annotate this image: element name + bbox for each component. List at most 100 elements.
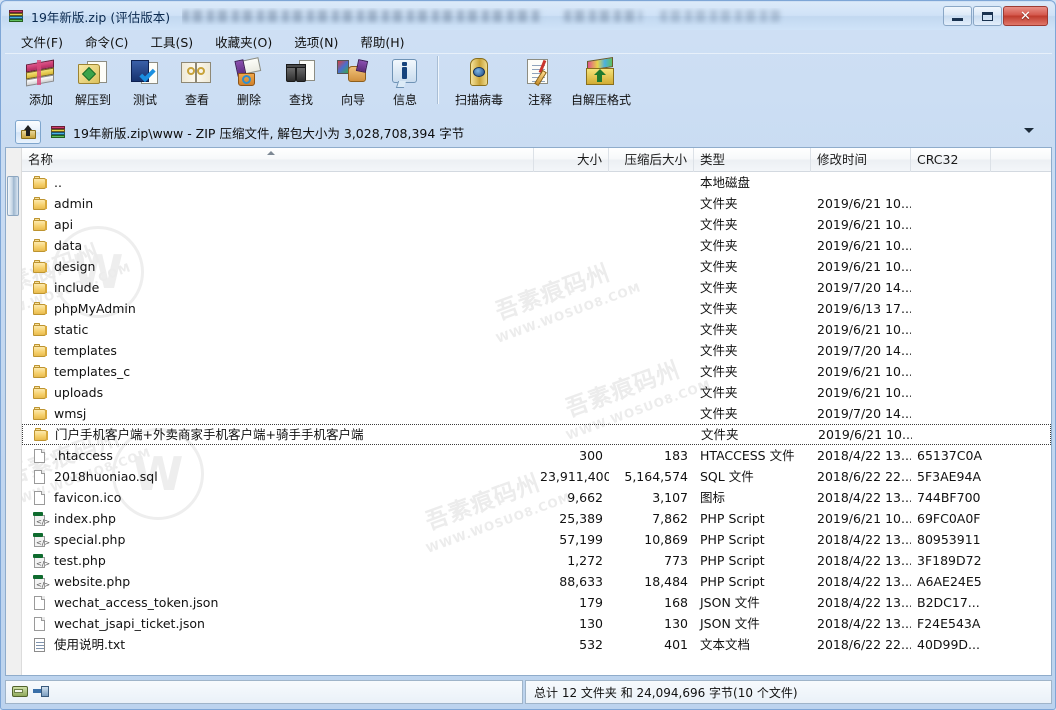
archive-path-field[interactable]: 19年新版.zip\www - ZIP 压缩文件, 解包大小为 3,028,70… — [51, 120, 1050, 144]
toolbar-label-delete: 删除 — [237, 91, 261, 108]
column-header-packed-size[interactable]: 压缩后大小 — [609, 148, 694, 172]
cell-packed-size: 3,107 — [609, 487, 694, 508]
cell-size — [534, 403, 609, 424]
table-row[interactable]: .htaccess300183HTACCESS 文件2018/4/22 13..… — [22, 445, 1051, 466]
table-row[interactable]: templates文件夹2019/7/20 14... — [22, 340, 1051, 361]
cell-name: 使用说明.txt — [22, 634, 534, 655]
column-header-type[interactable]: 类型 — [694, 148, 811, 172]
toolbar-label-view: 查看 — [185, 91, 209, 108]
cell-crc32 — [911, 298, 991, 319]
menu-tools[interactable]: 工具(S) — [140, 29, 203, 54]
maximize-button[interactable] — [973, 6, 1002, 26]
table-row[interactable]: design文件夹2019/6/21 10... — [22, 256, 1051, 277]
up-folder-icon — [21, 125, 36, 140]
table-row[interactable]: favicon.ico9,6623,107图标2018/4/22 13...74… — [22, 487, 1051, 508]
test-icon — [127, 56, 163, 90]
close-button[interactable]: ✕ — [1003, 6, 1048, 26]
file-name-text: templates_c — [54, 361, 130, 382]
file-name-text: test.php — [54, 550, 106, 571]
table-row[interactable]: ..本地磁盘 — [22, 172, 1051, 193]
key-icon[interactable] — [33, 685, 50, 699]
cell-crc32: B2DC17... — [911, 592, 991, 613]
table-row[interactable]: </>website.php88,63318,484PHP Script2018… — [22, 571, 1051, 592]
table-row[interactable]: </>test.php1,272773PHP Script2018/4/22 1… — [22, 550, 1051, 571]
scrollbar-thumb[interactable] — [7, 176, 19, 216]
table-row[interactable]: wmsj文件夹2019/7/20 14... — [22, 403, 1051, 424]
table-row[interactable]: uploads文件夹2019/6/21 10... — [22, 382, 1051, 403]
toolbar-button-comment[interactable]: 注释 — [514, 54, 566, 114]
cell-size: 25,389 — [534, 508, 609, 529]
folder-icon — [32, 238, 48, 254]
status-summary-text: 总计 12 文件夹 和 24,094,696 字节(10 个文件) — [534, 684, 798, 701]
table-row[interactable]: wechat_jsapi_ticket.json130130JSON 文件201… — [22, 613, 1051, 634]
archive-path-text: 19年新版.zip\www - ZIP 压缩文件, 解包大小为 3,028,70… — [73, 123, 464, 142]
table-row[interactable]: phpMyAdmin文件夹2019/6/13 17... — [22, 298, 1051, 319]
cell-type: PHP Script — [694, 571, 811, 592]
table-row[interactable]: admin文件夹2019/6/21 10... — [22, 193, 1051, 214]
cell-name: templates — [22, 340, 534, 361]
cell-type: 文件夹 — [694, 340, 811, 361]
column-header-size[interactable]: 大小 — [534, 148, 609, 172]
table-row[interactable]: 门户手机客户端+外卖商家手机客户端+骑手手机客户端文件夹2019/6/21 10… — [22, 424, 1051, 445]
menu-options[interactable]: 选项(N) — [284, 29, 348, 54]
table-row[interactable]: 2018huoniao.sql23,911,4005,164,574SQL 文件… — [22, 466, 1051, 487]
cell-crc32 — [911, 319, 991, 340]
cell-modified: 2018/4/22 13... — [811, 592, 911, 613]
toolbar-button-delete[interactable]: 删除 — [223, 54, 275, 114]
toolbar-button-info[interactable]: 信息 — [379, 54, 431, 114]
sfx-icon — [583, 56, 619, 90]
cell-modified — [811, 172, 911, 193]
cell-size — [534, 235, 609, 256]
cell-packed-size: 5,164,574 — [609, 466, 694, 487]
drive-icon[interactable] — [12, 685, 29, 699]
cell-packed-size — [609, 235, 694, 256]
file-name-text: include — [54, 277, 99, 298]
cell-type: 文件夹 — [694, 403, 811, 424]
toolbar-button-add[interactable]: 添加 — [15, 54, 67, 114]
toolbar-button-test[interactable]: 测试 — [119, 54, 171, 114]
up-one-level-button[interactable] — [15, 120, 41, 144]
cell-name: static — [22, 319, 534, 340]
cell-packed-size: 130 — [609, 613, 694, 634]
toolbar-button-sfx[interactable]: 自解压格式 — [566, 54, 636, 114]
menu-favorites[interactable]: 收藏夹(O) — [205, 29, 282, 54]
vertical-scrollbar[interactable] — [6, 148, 22, 675]
toolbar-button-find[interactable]: 查找 — [275, 54, 327, 114]
toolbar-label-test: 测试 — [133, 91, 157, 108]
view-icon — [179, 56, 215, 90]
file-name-text: 使用说明.txt — [54, 634, 125, 655]
table-row[interactable]: static文件夹2019/6/21 10... — [22, 319, 1051, 340]
toolbar-button-virus-scan[interactable]: 扫描病毒 — [444, 54, 514, 114]
toolbar-button-view[interactable]: 查看 — [171, 54, 223, 114]
table-row[interactable]: api文件夹2019/6/21 10... — [22, 214, 1051, 235]
table-row[interactable]: </>index.php25,3897,862PHP Script2019/6/… — [22, 508, 1051, 529]
toolbar-button-wizard[interactable]: 向导 — [327, 54, 379, 114]
cell-crc32 — [911, 361, 991, 382]
toolbar-button-extract-to[interactable]: 解压到 — [67, 54, 119, 114]
table-row[interactable]: </>special.php57,19910,869PHP Script2018… — [22, 529, 1051, 550]
document-icon — [32, 595, 48, 611]
folder-icon — [33, 427, 49, 443]
cell-name: </>index.php — [22, 508, 534, 529]
table-row[interactable]: data文件夹2019/6/21 10... — [22, 235, 1051, 256]
table-row[interactable]: 使用说明.txt532401文本文档2018/6/22 22...40D99D.… — [22, 634, 1051, 655]
window-title: 19年新版.zip (评估版本) — [31, 7, 170, 26]
menu-commands[interactable]: 命令(C) — [75, 29, 138, 54]
menu-help[interactable]: 帮助(H) — [350, 29, 414, 54]
add-archive-icon — [23, 56, 59, 90]
cell-size — [534, 172, 609, 193]
minimize-button[interactable] — [943, 6, 972, 26]
column-header-modified[interactable]: 修改时间 — [811, 148, 911, 172]
toolbar-label-find: 查找 — [289, 91, 313, 108]
cell-crc32: 5F3AE94A — [911, 466, 991, 487]
table-row[interactable]: wechat_access_token.json179168JSON 文件201… — [22, 592, 1051, 613]
table-row[interactable]: templates_c文件夹2019/6/21 10... — [22, 361, 1051, 382]
toolbar-label-extract-to: 解压到 — [75, 91, 111, 108]
file-name-text: .. — [54, 172, 62, 193]
chevron-down-icon[interactable] — [1024, 128, 1034, 133]
menu-file[interactable]: 文件(F) — [11, 29, 73, 54]
column-header-crc32[interactable]: CRC32 — [911, 148, 991, 172]
sort-ascending-icon — [267, 151, 275, 155]
table-row[interactable]: include文件夹2019/7/20 14... — [22, 277, 1051, 298]
column-header-name[interactable]: 名称 — [22, 148, 534, 172]
